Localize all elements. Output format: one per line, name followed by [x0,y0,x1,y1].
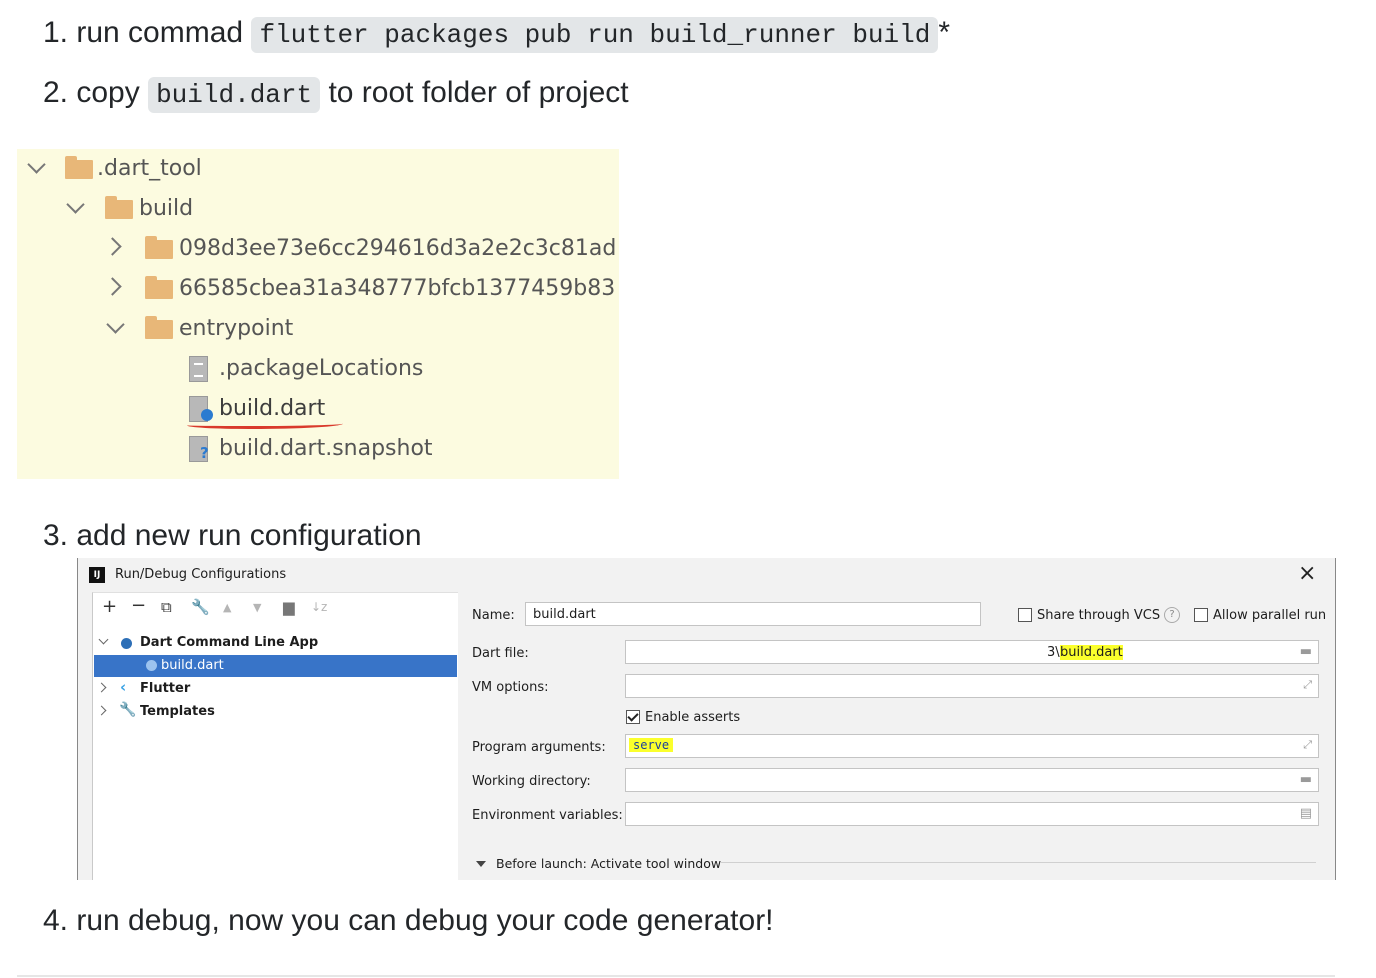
program-args-label: Program arguments: [472,740,606,755]
tree-item-hash-folder-2: 66585cbea31a348777bfcb1377459b83 [179,276,616,301]
step-1-text: 1. run commad [43,16,244,49]
remove-icon[interactable]: − [131,595,146,616]
help-icon[interactable]: ? [1164,607,1180,623]
folder-icon [145,236,173,259]
folder-icon [65,156,93,179]
question-badge-icon: ? [200,444,209,462]
chevron-right-icon[interactable] [96,682,107,693]
edit-list-icon[interactable]: ▤ [1300,806,1312,821]
expand-icon[interactable]: ⤢ [1303,738,1312,752]
share-vcs-label: Share through VCS [1037,608,1161,623]
share-vcs-checkbox[interactable] [1018,608,1032,622]
before-launch-label[interactable]: Before launch: Activate tool window [496,856,721,871]
tree-node-dart-cli-app[interactable]: Dart Command Line App [140,632,318,654]
flutter-icon: ‹ [120,678,127,696]
project-tree-screenshot: .dart_tool build 098d3ee73e6cc294616d3a2… [17,149,619,479]
close-icon[interactable]: × [1298,561,1316,586]
chevron-right-icon [103,237,122,256]
tree-item-build-dart-snapshot: build.dart.snapshot [219,436,433,461]
move-up-icon[interactable]: ▲ [223,601,231,614]
chevron-right-icon[interactable] [96,705,107,716]
allow-parallel-label: Allow parallel run [1213,608,1327,623]
bottom-divider [17,975,1335,977]
program-args-input[interactable]: serve ⤢ [625,734,1319,758]
text-file-icon [189,356,208,382]
dialog-title: Run/Debug Configurations [115,567,287,582]
move-down-icon[interactable]: ▼ [253,601,261,614]
tree-item-build: build [139,196,194,221]
tree-node-build-dart-label: build.dart [161,658,224,673]
sort-icon[interactable]: ↓z [311,600,327,614]
config-tree-pane: + − ⧉ 🔧 ▲ ▼ ▆ ↓z Dart Command Line App b… [92,592,458,880]
env-vars-input[interactable]: ▤ [625,802,1319,826]
command-code: flutter packages pub run build_runner bu… [251,17,939,53]
tree-item-package-locations: .packageLocations [219,356,424,381]
separator [720,862,1316,863]
red-underline-mark [187,420,343,429]
folder-icon [145,276,173,299]
step-2-suffix: to root folder of project [328,76,629,109]
vm-options-input[interactable]: ⤢ [625,674,1319,698]
enable-asserts-label: Enable asserts [645,710,741,725]
add-icon[interactable]: + [102,596,117,617]
folder-icon [145,316,173,339]
enable-asserts-checkbox[interactable] [626,710,640,724]
wrench-icon[interactable]: 🔧 [191,598,210,616]
name-input[interactable]: build.dart [525,602,981,626]
tree-node-build-dart[interactable]: build.dart [94,655,457,677]
dart-icon [146,660,157,671]
step-2-text: 2. copy [43,76,140,109]
step-2: 2. copy build.dart to root folder of pro… [43,76,629,113]
env-vars-label: Environment variables: [472,808,623,823]
name-label: Name: [472,608,515,623]
run-debug-dialog-screenshot: IJ Run/Debug Configurations × + − ⧉ 🔧 ▲ … [77,558,1336,880]
dart-file-prefix: 3\ [1047,645,1060,660]
wrench-icon: 🔧 [119,702,137,718]
tree-item-dart-tool: .dart_tool [97,156,202,181]
step-4: 4. run debug, now you can debug your cod… [43,904,774,937]
chevron-down-icon [106,315,125,334]
folder-icon [105,196,133,219]
working-dir-input[interactable]: ▬ [625,768,1319,792]
dart-file-input[interactable]: 3\ build.dart ▬ [625,640,1319,664]
filename-code: build.dart [148,77,321,113]
step-1: 1. run commad flutter packages pub run b… [43,16,951,53]
dart-icon [121,638,132,649]
step-3: 3. add new run configuration [43,519,422,552]
collapse-triangle-icon[interactable] [476,861,486,867]
folder-browse-icon[interactable]: ▬ [1300,644,1312,659]
copy-icon[interactable]: ⧉ [161,598,172,616]
intellij-icon: IJ [89,567,105,583]
program-args-value: serve [629,738,674,752]
chevron-down-icon [27,155,46,174]
tree-item-hash-folder-1: 098d3ee73e6cc294616d3a2e2c3c81ad [179,236,617,261]
expand-icon[interactable]: ⤢ [1303,678,1312,692]
tree-item-entrypoint: entrypoint [179,316,294,341]
allow-parallel-checkbox[interactable] [1194,608,1208,622]
chevron-down-icon [66,195,85,214]
tree-node-templates[interactable]: Templates [140,701,215,723]
redacted-path [638,644,1038,660]
dart-file-label: Dart file: [472,646,529,661]
folder-icon[interactable]: ▆ [283,598,295,616]
vm-options-label: VM options: [472,680,549,695]
working-dir-label: Working directory: [472,774,591,789]
tree-node-flutter[interactable]: Flutter [140,678,190,700]
chevron-right-icon [103,277,122,296]
step-1-asterisk: * [938,16,951,49]
name-input-value: build.dart [533,607,596,622]
dart-file-value: build.dart [1060,645,1123,660]
folder-browse-icon[interactable]: ▬ [1300,772,1312,787]
chevron-down-icon[interactable] [98,634,109,645]
